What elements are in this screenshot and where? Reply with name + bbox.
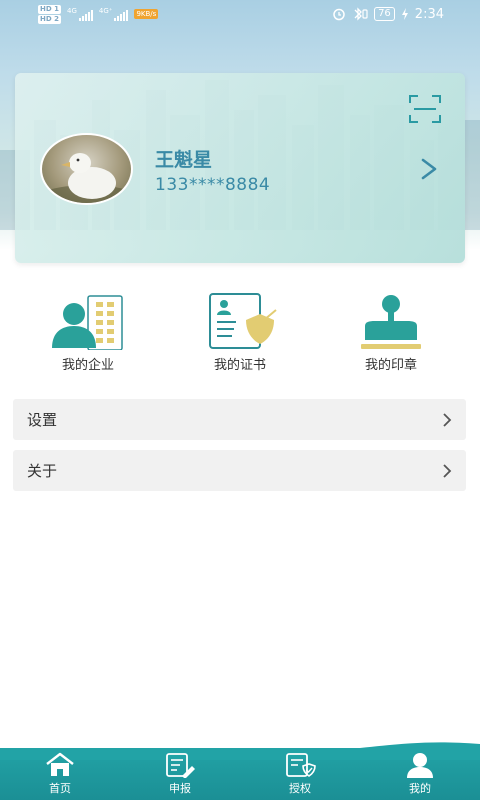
status-bar-left: HD 1 HD 2 4G 4G⁺ 9KB/s	[38, 4, 159, 24]
bluetooth-vibrate-icon	[354, 7, 368, 21]
nav-label: 我的	[409, 782, 431, 795]
nav-mine[interactable]: 我的	[380, 752, 460, 796]
charging-icon	[401, 8, 408, 20]
scan-icon[interactable]	[409, 95, 441, 123]
action-label: 我的企业	[61, 358, 114, 373]
alarm-icon	[333, 8, 345, 21]
action-label: 我的证书	[213, 358, 266, 373]
nav-label: 申报	[169, 782, 191, 795]
menu-row-label: 关于	[27, 462, 58, 480]
home-icon	[46, 752, 74, 776]
chevron-right-icon	[443, 412, 452, 427]
authorize-icon	[286, 753, 316, 777]
user-name: 王魁星	[155, 149, 213, 171]
declare-icon	[166, 753, 195, 778]
menu-row-label: 设置	[27, 411, 58, 429]
network-type-2: 4G⁺	[98, 7, 113, 15]
profile-card[interactable]: 王魁星 133****8884	[15, 73, 465, 263]
status-bar: HD 1 HD 2 4G 4G⁺ 9KB/s 76 2:34	[0, 0, 480, 28]
menu-row-about[interactable]: 关于	[13, 450, 466, 491]
action-my-enterprise[interactable]: 我的企业	[28, 290, 148, 378]
avatar[interactable]	[40, 133, 133, 205]
quick-actions: 我的企业 我的证书 我的印章	[0, 290, 480, 380]
hd-indicators: HD 1 HD 2	[38, 4, 61, 24]
battery-indicator: 76	[374, 7, 395, 21]
chevron-right-icon	[443, 463, 452, 478]
nav-label: 首页	[49, 782, 71, 795]
network-speed: 9KB/s	[134, 9, 159, 19]
certificate-icon	[209, 293, 277, 349]
nav-label: 授权	[289, 782, 311, 795]
nav-authorize[interactable]: 授权	[260, 752, 340, 796]
action-label: 我的印章	[364, 358, 417, 373]
user-icon	[407, 753, 433, 778]
avatar-duck-image	[42, 153, 131, 203]
hd1-badge: HD 1	[38, 4, 61, 14]
network-type-1: 4G	[66, 7, 77, 15]
bottom-nav: 首页 申报 授权 我的	[0, 742, 480, 800]
nav-declare[interactable]: 申报	[140, 752, 220, 796]
action-my-seal[interactable]: 我的印章	[331, 290, 451, 378]
chevron-right-icon[interactable]	[419, 157, 439, 181]
menu-row-settings[interactable]: 设置	[13, 399, 466, 440]
status-bar-right: 76 2:34	[332, 7, 444, 22]
signal-2: 4G⁺	[99, 7, 129, 21]
seal-icon	[361, 295, 421, 349]
action-my-certificate[interactable]: 我的证书	[180, 290, 300, 378]
nav-home[interactable]: 首页	[20, 752, 100, 796]
hd2-badge: HD 2	[38, 14, 61, 24]
enterprise-icon	[52, 295, 123, 350]
signal-bars-icon	[78, 9, 93, 21]
user-phone: 133****8884	[155, 175, 271, 195]
clock-time: 2:34	[414, 6, 444, 22]
signal-1: 4G	[67, 7, 93, 21]
signal-bars-icon	[114, 9, 129, 21]
